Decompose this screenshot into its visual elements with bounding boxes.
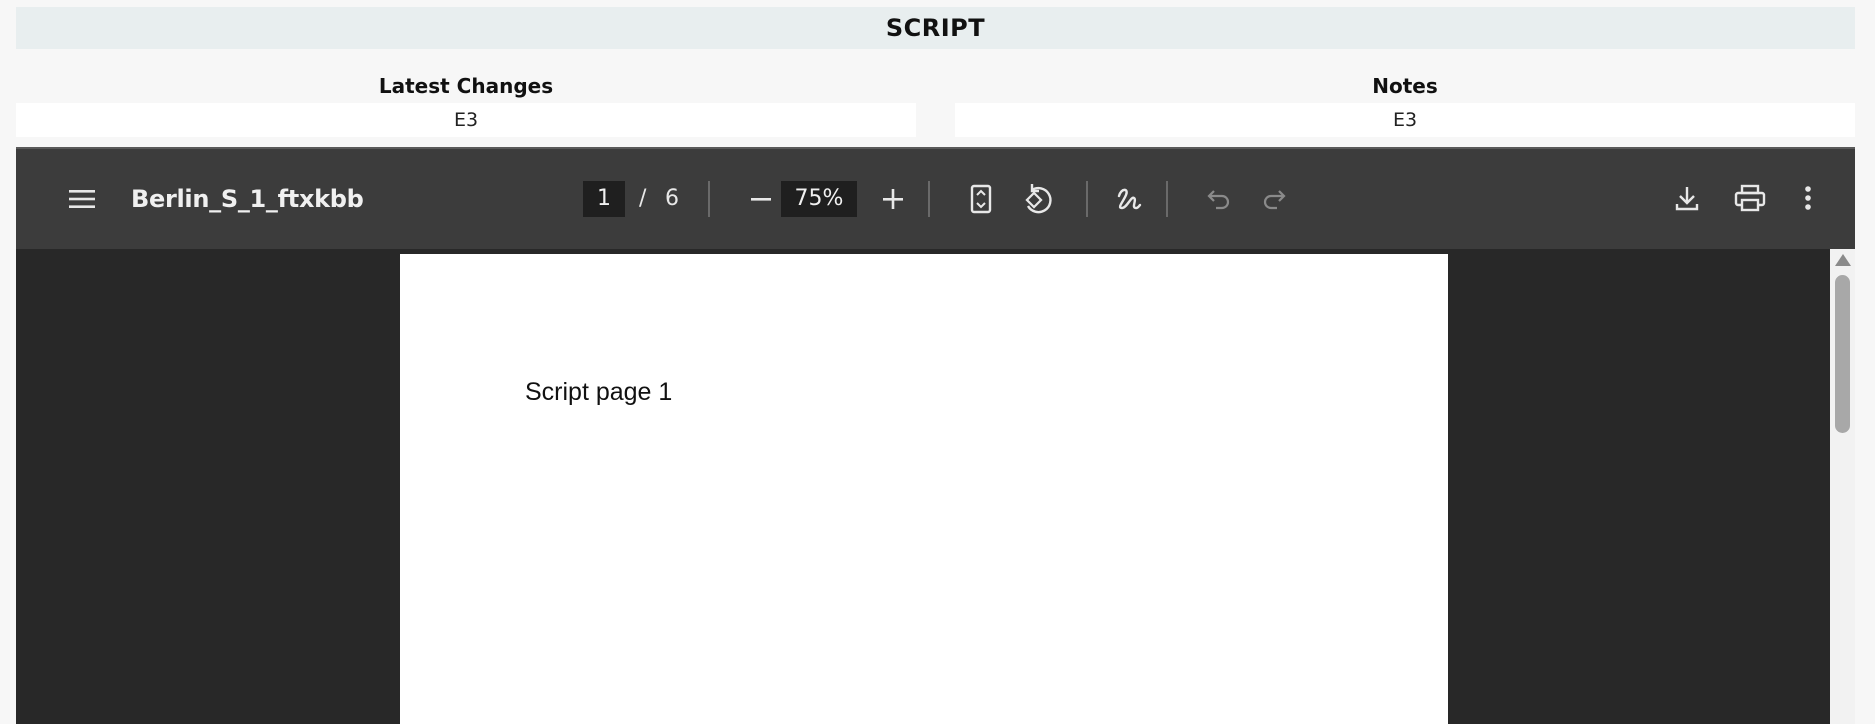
rotate-icon[interactable] bbox=[1018, 180, 1056, 218]
menu-icon[interactable] bbox=[66, 183, 98, 215]
zoom-level-input[interactable]: 75% bbox=[781, 181, 857, 217]
page-number-input[interactable]: 1 bbox=[583, 181, 625, 217]
document-title: Berlin_S_1_ftxkbb bbox=[131, 185, 364, 213]
print-icon[interactable] bbox=[1732, 181, 1768, 215]
page: SCRIPT Latest Changes E3 Notes E3 Berlin… bbox=[0, 0, 1875, 724]
latest-changes-value: E3 bbox=[16, 103, 916, 137]
toolbar-divider bbox=[708, 181, 710, 217]
document-area[interactable]: Script page 1 bbox=[16, 249, 1855, 724]
draw-icon[interactable] bbox=[1110, 181, 1146, 217]
toolbar-divider bbox=[928, 181, 930, 217]
scroll-thumb[interactable] bbox=[1835, 275, 1850, 433]
notes-label: Notes bbox=[1372, 74, 1438, 98]
latest-changes-field: Latest Changes E3 bbox=[16, 72, 916, 137]
plus-icon[interactable] bbox=[877, 183, 909, 215]
more-vert-icon[interactable] bbox=[1796, 181, 1820, 215]
section-header: SCRIPT bbox=[16, 7, 1855, 49]
scroll-up-arrow-icon[interactable] bbox=[1835, 254, 1851, 266]
section-title: SCRIPT bbox=[885, 14, 986, 42]
vertical-scrollbar[interactable] bbox=[1830, 249, 1855, 724]
pdf-viewer: Berlin_S_1_ftxkbb 1 / 6 75% Script page … bbox=[16, 147, 1855, 724]
toolbar-divider bbox=[1166, 181, 1168, 217]
notes-value: E3 bbox=[955, 103, 1855, 137]
page-separator: / bbox=[639, 186, 647, 211]
pdf-toolbar: Berlin_S_1_ftxkbb 1 / 6 75% bbox=[16, 149, 1855, 249]
pdf-page: Script page 1 bbox=[400, 254, 1448, 724]
page-total: 6 bbox=[665, 186, 679, 211]
notes-field: Notes E3 bbox=[955, 72, 1855, 137]
download-icon[interactable] bbox=[1670, 181, 1704, 215]
latest-changes-label: Latest Changes bbox=[378, 74, 554, 98]
toolbar-divider bbox=[1086, 181, 1088, 217]
minus-icon[interactable] bbox=[745, 183, 777, 215]
fit-page-icon[interactable] bbox=[964, 181, 998, 217]
page-text: Script page 1 bbox=[525, 378, 673, 406]
redo-icon[interactable] bbox=[1258, 183, 1290, 215]
undo-icon[interactable] bbox=[1203, 183, 1235, 215]
